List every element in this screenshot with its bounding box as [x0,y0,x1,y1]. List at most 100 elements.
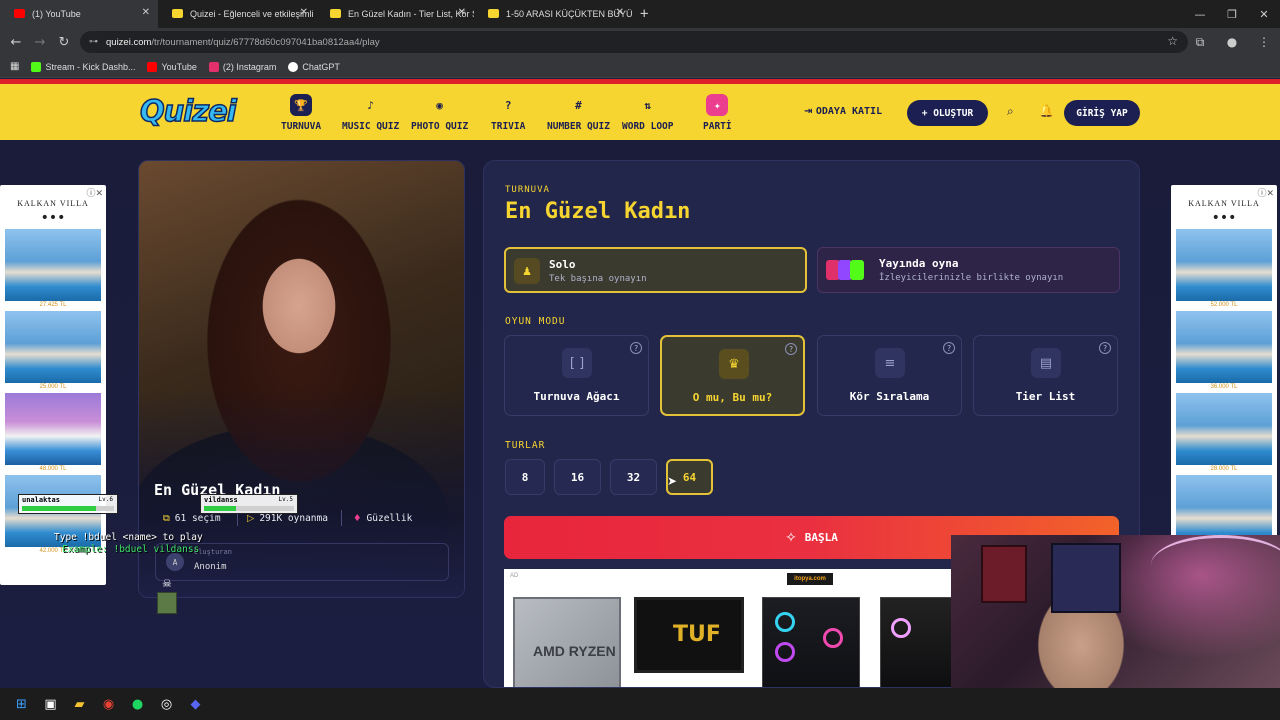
login-button[interactable]: GİRİŞ YAP [1064,100,1140,126]
window-controls: — ❐ ✕ [1184,0,1280,28]
youtube-icon [147,61,158,72]
round-option-16[interactable]: 16 [554,459,601,495]
help-icon[interactable]: ? [785,343,797,355]
nav-photo-quiz[interactable]: ◉ PHOTO QUIZ [411,94,468,133]
bookmark-youtube[interactable]: YouTube [147,61,197,72]
nav-turnuva[interactable]: 🏆 TURNUVA [281,94,321,132]
duel-player-hud: vildanss Lv.5 [200,494,298,514]
extensions-icon[interactable]: ⧉ [1184,35,1216,50]
party-icon: ✦ [706,94,729,116]
game-mode-heading: OYUN MODU [505,316,566,327]
nav-number-quiz[interactable]: # NUMBER QUIZ [547,94,610,133]
ad-logo: itopya.com [787,573,833,585]
duel-hint: Type !bduel <name> to play [54,532,203,543]
bell-icon[interactable]: 🔔 [1039,104,1054,118]
fan-ring [823,628,843,648]
browser-tab[interactable]: 1-50 ARASI KÜÇÜKTEN BÜYÜĞ ✕ [474,0,632,28]
address-bar[interactable]: ⊶ quizei.com/tr/tournament/quiz/67778d60… [80,31,1188,53]
bookmark-kick[interactable]: Stream - Kick Dashb... [31,61,135,72]
browser-tab[interactable]: En Güzel Kadın - Tier List, Kör S ✕ [316,0,474,28]
browser-tab[interactable]: (1) YouTube ✕ [0,0,158,28]
hash-icon: # [575,98,582,112]
file-explorer-icon[interactable]: ▰ [65,688,94,720]
quizei-favicon-icon [488,9,499,18]
nav-word-loop[interactable]: ⇅ WORD LOOP [622,94,673,133]
forward-icon[interactable]: → [28,35,52,50]
more-menu-icon[interactable]: ⋮ [1248,35,1280,49]
round-option-32[interactable]: 32 [610,459,657,495]
help-icon[interactable]: ? [1099,342,1111,354]
side-ad-right[interactable]: ⓘ✕ KALKAN VILLA ••• 52.000 TL 36.000 TL … [1171,185,1277,585]
bookmark-star-icon[interactable]: ☆ [1167,34,1178,48]
quizei-logo[interactable]: Quizei [139,93,237,129]
quizei-favicon-icon [330,9,341,18]
streamer-webcam [951,535,1280,688]
nav-parti[interactable]: ✦ PARTİ [703,94,732,132]
question-bubble-icon: ? [504,98,512,112]
side-ad-left[interactable]: ⓘ✕ KALKAN VILLA ••• 27.425 TL 25.000 TL … [0,185,106,585]
rounds-heading: TURLAR [505,440,546,451]
nav-music-quiz[interactable]: ♪ MUSIC QUIZ [342,94,399,133]
solo-mode-option[interactable]: ♟ Solo Tek başına oynayın [504,247,807,293]
hp-bar [204,506,294,511]
create-button[interactable]: + OLUŞTUR [907,100,988,126]
minimize-icon[interactable]: — [1184,8,1216,21]
reload-icon[interactable]: ↻ [52,35,76,50]
bookmark-instagram[interactable]: (2) Instagram [208,61,276,72]
game-mode-label: O mu, Bu mu? [692,391,773,404]
round-option-8[interactable]: 8 [505,459,545,495]
mode-subtitle: İzleyicilerinizle birlikte oynayın [879,273,1064,283]
close-tab-icon[interactable]: ✕ [142,7,150,18]
new-tab-icon[interactable]: + [640,6,648,22]
ad-villa-image [1176,393,1272,465]
chrome-icon[interactable]: ◉ [94,688,123,720]
help-icon[interactable]: ? [630,342,642,354]
duel-sprite [157,592,177,614]
close-tab-icon[interactable]: ✕ [458,7,466,18]
ad-brand: KALKAN VILLA [17,199,89,208]
obs-icon[interactable]: ◎ [152,688,181,720]
restore-icon[interactable]: ❐ [1216,8,1248,21]
ad-pc-case-image [762,597,860,687]
game-mode-bracket[interactable]: ? [ ] Turnuva Ağacı [504,335,649,416]
ad-cpu-image: AMD RYZEN [513,597,621,687]
spotify-icon[interactable]: ● [123,688,152,720]
page-title: En Güzel Kadın [505,199,691,224]
ad-close-icon[interactable]: ⓘ✕ [1257,186,1274,199]
search-icon[interactable]: ⌕ [1007,104,1014,119]
ad-price: 27.425 TL [39,302,67,308]
game-mode-label: Tier List [1015,390,1076,403]
back-icon[interactable]: ← [4,35,28,50]
discord-icon[interactable]: ◆ [181,688,210,720]
site-info-icon[interactable]: ⊶ [89,36,98,47]
task-view-icon[interactable]: ▣ [36,688,65,720]
tab-title: 1-50 ARASI KÜÇÜKTEN BÜYÜĞ [506,9,632,19]
game-mode-blind-ranking[interactable]: ? ≡ Kör Sıralama [817,335,962,416]
nav-trivia[interactable]: ? TRIVIA [491,94,525,133]
help-icon[interactable]: ? [943,342,955,354]
mode-title: Yayında oyna [879,257,959,270]
enter-icon: ⇥ [804,106,816,117]
ad-close-icon[interactable]: ⓘ✕ [86,186,103,199]
category-tag[interactable]: ♦ Güzellik [353,513,412,524]
crown-icon: ♛ [719,349,749,379]
close-tab-icon[interactable]: ✕ [616,7,624,18]
windows-start-icon[interactable]: ⊞ [7,688,36,720]
browser-tab[interactable]: Quizei - Eğlenceli ve etkileşimli ✕ [158,0,316,28]
bookmark-chatgpt[interactable]: ChatGPT [288,61,340,72]
ad-pc-case-image [880,597,954,687]
stream-mode-option[interactable]: Yayında oyna İzleyicilerinizle birlikte … [817,247,1120,293]
meta-divider [341,510,342,526]
join-room-button[interactable]: ⇥ ODAYA KATIL [804,106,882,117]
close-window-icon[interactable]: ✕ [1248,8,1280,21]
author-name: Anonim [194,562,227,572]
profile-avatar-icon[interactable]: ● [1216,35,1248,49]
panel-kicker: TURNUVA [505,185,550,195]
game-mode-tier-list[interactable]: ? ▤ Tier List [973,335,1118,416]
apps-grid-icon[interactable]: ▦ [10,61,19,72]
ad-villa-image [5,311,101,383]
ad-brand: KALKAN VILLA [1188,199,1260,208]
close-tab-icon[interactable]: ✕ [300,7,308,18]
duel-player-hud: unalaktas Lv.6 [18,494,118,514]
game-mode-this-or-that[interactable]: ? ♛ O mu, Bu mu? [660,335,805,416]
